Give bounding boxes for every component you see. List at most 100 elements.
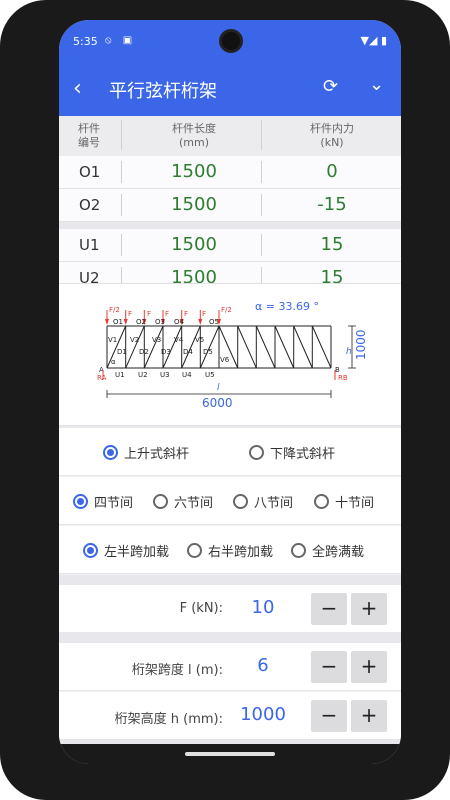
radio-icon[interactable] xyxy=(314,494,329,509)
screen: 5:35 ⦸ ▣ ▼◢ ▮ ‹ 平行弦杆桁架 ⟳ ⌄ 杆件 编号 杆件长度 (m… xyxy=(59,20,401,764)
option-ten-panels[interactable]: 十节间 xyxy=(314,492,374,511)
member-force: -15 xyxy=(317,194,347,215)
member-id: U2 xyxy=(79,269,100,284)
notification-icons: ⦸ ▣ xyxy=(105,35,137,46)
section-gap xyxy=(59,633,401,643)
member-force: 15 xyxy=(320,267,344,284)
reset-icon[interactable]: ⟳ xyxy=(323,76,338,97)
member-id: O2 xyxy=(79,196,101,214)
member-id: O1 xyxy=(79,163,101,181)
diagonal-type-group: 上升式斜杆 下降式斜杆 xyxy=(59,428,401,476)
diagonal-member-label: D1 xyxy=(117,348,127,356)
option-label: 十节间 xyxy=(335,496,375,511)
vertical-members xyxy=(106,326,332,368)
member-id: U1 xyxy=(79,236,100,254)
span-value-label: 6000 xyxy=(202,396,233,410)
option-six-panels[interactable]: 六节间 xyxy=(153,492,213,511)
bottom-member-label: U1 xyxy=(115,371,125,379)
reaction-a-label: RA xyxy=(97,374,107,382)
span-label: 桁架跨度 l (m): xyxy=(131,663,223,678)
gesture-bar xyxy=(59,744,401,764)
diagonal-member-label: D5 xyxy=(203,348,213,356)
truss-diagram: F/2 F F F F F F/2 O1 O2 O3 O4 O5 V1 V2 V… xyxy=(59,284,401,426)
table-row: U1 1500 15 xyxy=(59,229,401,262)
radio-selected-icon[interactable] xyxy=(103,445,118,460)
force-decrement-button[interactable]: − xyxy=(311,593,347,625)
table-gap xyxy=(59,222,401,229)
vertical-member-label: V2 xyxy=(130,336,139,344)
member-length: 1500 xyxy=(171,267,217,284)
force-increment-button[interactable]: + xyxy=(351,593,387,625)
height-label: 桁架高度 h (mm): xyxy=(114,712,223,727)
panel-count-group: 四节间 六节间 八节间 十节间 xyxy=(59,477,401,525)
bottom-member-label: U2 xyxy=(138,371,148,379)
diagonal-member-label: D4 xyxy=(183,348,193,356)
option-label: 下降式斜杆 xyxy=(270,447,336,462)
half-load-label: F/2 xyxy=(221,306,232,314)
force-value[interactable]: 10 xyxy=(227,597,299,618)
span-increment-button[interactable]: + xyxy=(351,651,387,683)
back-icon[interactable]: ‹ xyxy=(73,76,82,101)
load-label: F xyxy=(202,310,206,318)
option-label: 八节间 xyxy=(254,496,294,511)
table-row: U2 1500 15 xyxy=(59,262,401,284)
radio-selected-icon[interactable] xyxy=(83,543,98,558)
load-label: F xyxy=(165,310,169,318)
table-row: O2 1500 -15 xyxy=(59,189,401,222)
top-member-label: O2 xyxy=(136,318,146,326)
option-falling-diagonal[interactable]: 下降式斜杆 xyxy=(249,443,335,462)
diagonal-member-label: D2 xyxy=(139,348,149,356)
vertical-member-label: V3 xyxy=(152,336,161,344)
radio-icon[interactable] xyxy=(291,543,306,558)
span-value[interactable]: 6 xyxy=(227,655,299,676)
option-label: 全跨满载 xyxy=(312,545,365,560)
home-indicator[interactable] xyxy=(185,752,275,756)
span-decrement-button[interactable]: − xyxy=(311,651,347,683)
bottom-member-label: U3 xyxy=(160,371,170,379)
radio-icon[interactable] xyxy=(233,494,248,509)
force-label: F (kN): xyxy=(179,601,223,616)
truss-svg: F/2 F F F F F F/2 O1 O2 O3 O4 O5 V1 V2 V… xyxy=(97,300,368,410)
option-left-half-load[interactable]: 左半跨加载 xyxy=(83,541,169,560)
header-length: 杆件长度 (mm) xyxy=(172,122,216,149)
vertical-member-label: V6 xyxy=(220,356,230,364)
row-divider xyxy=(121,267,122,283)
height-increment-button[interactable]: + xyxy=(351,700,387,732)
height-value[interactable]: 1000 xyxy=(227,704,299,725)
radio-icon[interactable] xyxy=(187,543,202,558)
expand-icon[interactable]: ⌄ xyxy=(369,74,384,95)
header-divider xyxy=(121,120,122,150)
option-label: 四节间 xyxy=(94,496,134,511)
half-load-label: F/2 xyxy=(109,306,120,314)
table-header: 杆件 编号 杆件长度 (mm) 杆件内力 (kN) xyxy=(59,116,401,156)
height-decrement-button[interactable]: − xyxy=(311,700,347,732)
option-full-load[interactable]: 全跨满载 xyxy=(291,541,364,560)
option-rising-diagonal[interactable]: 上升式斜杆 xyxy=(103,443,189,462)
top-member-label: O5 xyxy=(209,318,219,326)
option-four-panels[interactable]: 四节间 xyxy=(73,492,133,511)
member-length: 1500 xyxy=(171,234,217,255)
vertical-member-label: V1 xyxy=(108,336,117,344)
radio-icon[interactable] xyxy=(249,445,264,460)
angle-label: α = 33.69 ° xyxy=(255,300,319,313)
table-row: O1 1500 0 xyxy=(59,156,401,189)
load-case-group: 左半跨加载 右半跨加载 全跨满载 xyxy=(59,526,401,574)
top-member-label: O4 xyxy=(174,318,185,326)
row-divider xyxy=(121,234,122,256)
alpha-symbol: α xyxy=(111,358,116,366)
radio-icon[interactable] xyxy=(153,494,168,509)
load-label: F xyxy=(184,310,188,318)
span-symbol: l xyxy=(217,383,220,393)
option-label: 右半跨加载 xyxy=(208,545,274,560)
option-right-half-load[interactable]: 右半跨加载 xyxy=(187,541,273,560)
reaction-b-label: RB xyxy=(338,374,348,382)
signal-battery-icons: ▼◢ ▮ xyxy=(360,34,387,47)
camera-cutout xyxy=(219,29,243,53)
vertical-member-label: V4 xyxy=(174,336,184,344)
option-eight-panels[interactable]: 八节间 xyxy=(233,492,293,511)
row-divider xyxy=(121,161,122,183)
load-label: F xyxy=(128,310,132,318)
section-gap xyxy=(59,575,401,585)
support-b-label: B xyxy=(335,366,340,374)
radio-selected-icon[interactable] xyxy=(73,494,88,509)
